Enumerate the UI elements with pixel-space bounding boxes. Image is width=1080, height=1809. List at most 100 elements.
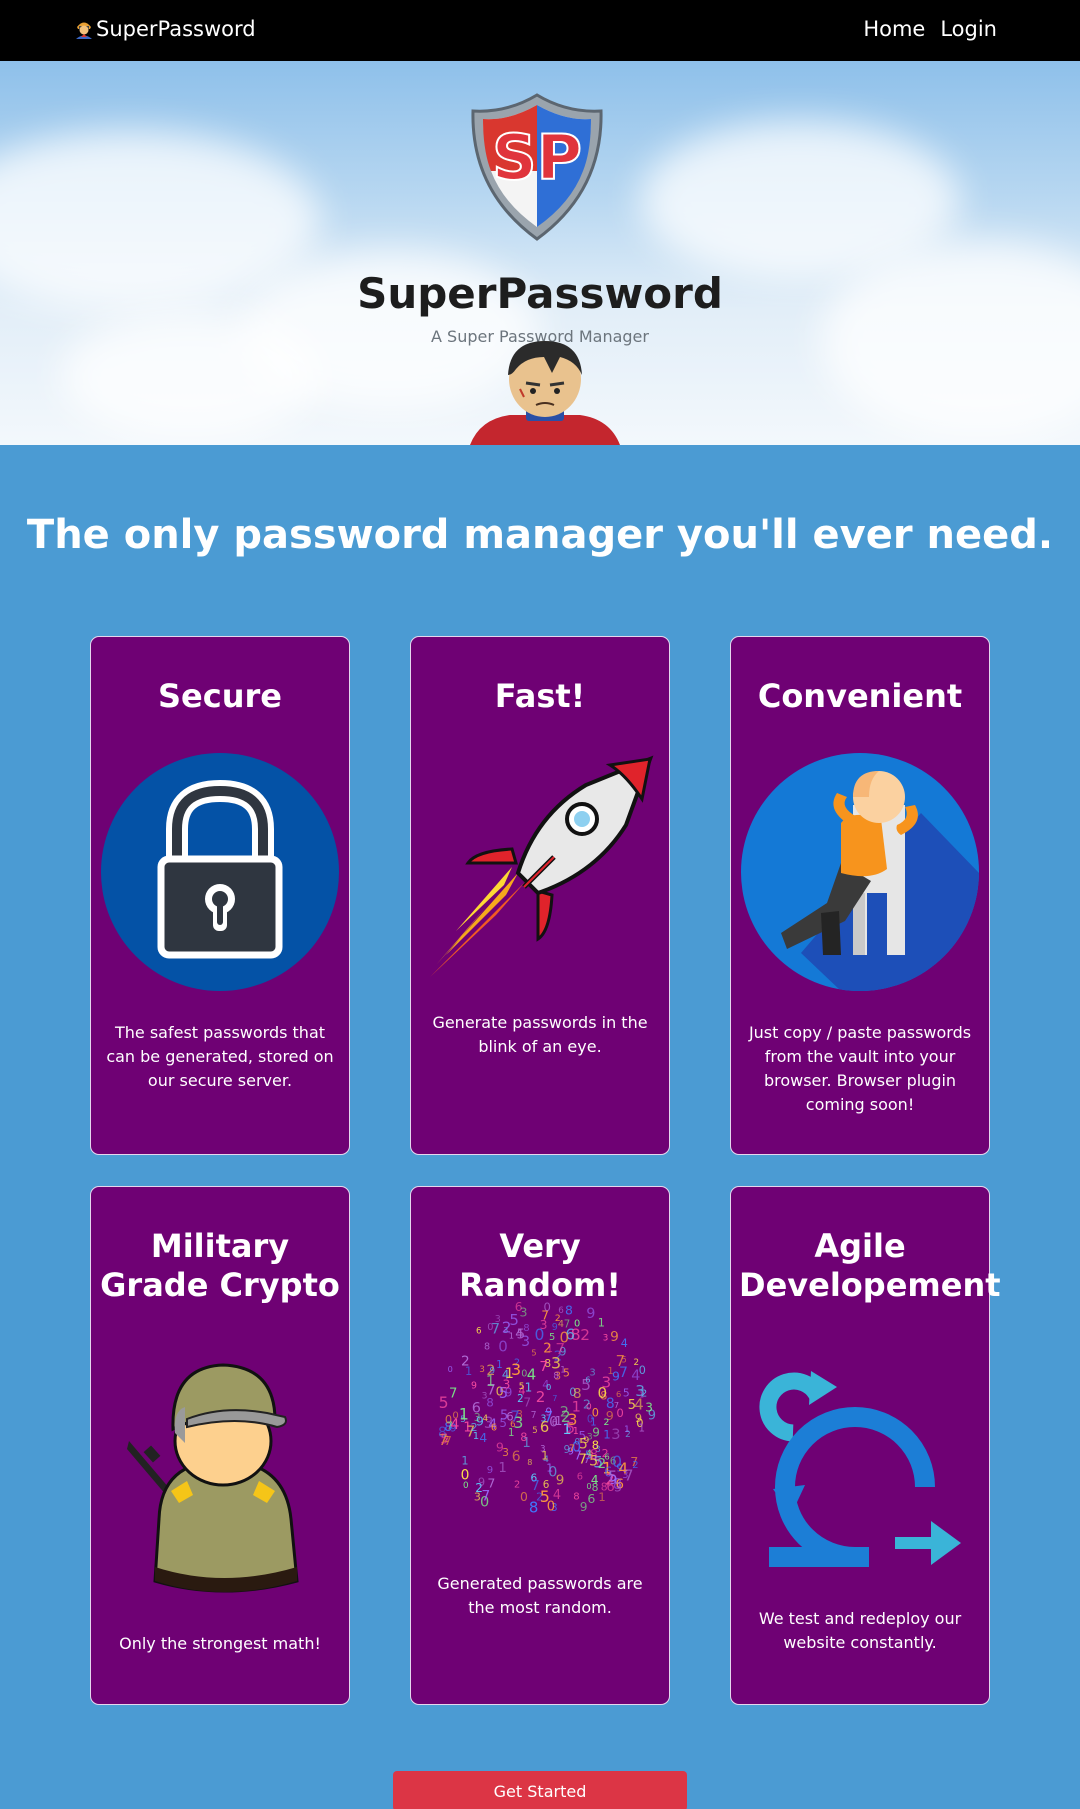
- random-digit: 9: [586, 1306, 595, 1322]
- random-digit: 9: [610, 1329, 619, 1345]
- random-digit: 1: [598, 1316, 605, 1329]
- card-text: We test and redeploy our website constan…: [758, 1609, 962, 1652]
- random-digit: 7: [614, 1400, 619, 1410]
- navbar: SuperPassword Home Login: [0, 0, 1080, 61]
- random-digit: 9: [487, 1465, 493, 1476]
- random-digit: 6: [512, 1449, 521, 1465]
- card-title: Military Grade Crypto: [100, 1227, 340, 1304]
- superhero-icon: [76, 22, 92, 39]
- random-digit: 7: [449, 1386, 457, 1401]
- rocket-icon: [430, 755, 654, 977]
- random-digit: 8: [484, 1341, 490, 1352]
- random-digit: 3: [511, 1360, 521, 1379]
- random-digit: 1: [508, 1428, 514, 1439]
- brand-text: SuperPassword: [96, 17, 256, 41]
- card-text: Just copy / paste passwords from the vau…: [748, 1023, 972, 1114]
- card-title: Secure: [158, 677, 282, 715]
- agile-cycle-icon: [759, 1371, 961, 1567]
- random-digit: 4: [515, 1327, 523, 1342]
- random-digit: 7: [491, 1321, 500, 1337]
- random-digit: 9: [564, 1444, 571, 1456]
- card-text: Generated passwords are the most random.: [437, 1574, 643, 1617]
- random-digit: 2: [461, 1354, 470, 1370]
- random-digit: 3: [520, 1304, 528, 1319]
- random-digit: 6: [476, 1326, 482, 1336]
- random-digit: 1: [603, 1427, 610, 1441]
- random-digit: 1: [639, 1391, 644, 1400]
- random-digit: 8: [565, 1303, 573, 1318]
- random-digit: 1: [498, 1461, 506, 1476]
- random-digit: 3: [614, 1481, 622, 1495]
- relaxing-person-icon: [741, 753, 979, 991]
- random-digit: 2: [536, 1388, 546, 1406]
- random-digit: 2: [604, 1417, 610, 1428]
- random-digit: 7: [531, 1410, 537, 1421]
- random-digit: 0: [498, 1338, 508, 1356]
- random-digit: 6: [552, 1418, 558, 1429]
- random-digit: 6: [558, 1306, 564, 1316]
- random-digit: 0: [586, 1481, 591, 1491]
- random-digit: 1: [638, 1423, 645, 1435]
- nav-links: Home Login: [863, 17, 997, 41]
- card-text: The safest passwords that can be generat…: [106, 1023, 334, 1090]
- random-digit: 0: [592, 1407, 599, 1420]
- random-digit: 0: [463, 1481, 469, 1491]
- random-digit: 3: [474, 1490, 481, 1503]
- lego-superman-figure: [470, 341, 620, 445]
- card-title: Very Random!: [459, 1227, 621, 1304]
- random-digit: 7: [523, 1395, 531, 1409]
- random-digit: 8: [520, 1431, 527, 1444]
- hero-title: SuperPassword: [357, 269, 723, 318]
- sp-shield-logo: SP: [471, 93, 603, 241]
- random-digit: 9: [580, 1500, 588, 1514]
- random-digit: 5: [519, 1382, 525, 1392]
- card-title: Fast!: [494, 677, 586, 715]
- random-digit: 6: [577, 1472, 583, 1483]
- random-digit: 3: [541, 1413, 547, 1424]
- random-digit: 0: [520, 1489, 528, 1504]
- feature-card-random: Very Random! 571952322681839976013049864…: [410, 1186, 670, 1705]
- random-digit: 7: [552, 1393, 557, 1403]
- random-digit: 0: [560, 1328, 570, 1346]
- random-digit: 0: [448, 1364, 453, 1374]
- random-digit: 3: [601, 1374, 611, 1392]
- random-digit: 8: [573, 1491, 579, 1502]
- random-digit: 8: [527, 1457, 532, 1467]
- random-digit: 7: [539, 1359, 548, 1375]
- random-digit: 9: [478, 1475, 485, 1489]
- random-digit: 1: [598, 1490, 605, 1504]
- feature-card-fast: Fast! Generate passwords in the blink of…: [410, 636, 670, 1155]
- random-digit: 7: [624, 1466, 634, 1484]
- get-started-button[interactable]: Get Started: [393, 1771, 687, 1809]
- random-digit: 7: [531, 1479, 540, 1494]
- random-digit: 4: [483, 1414, 488, 1424]
- random-digit: 5: [566, 1420, 575, 1437]
- random-digit: 3: [611, 1426, 620, 1443]
- feature-card-agile: Agile Developement We test and redeploy …: [730, 1186, 1001, 1705]
- random-numbers-sphere-icon: 5719523226818399760130498646783710635550…: [438, 1300, 656, 1517]
- nav-link-home[interactable]: Home: [863, 17, 925, 41]
- random-digit: 8: [486, 1396, 494, 1410]
- card-title: Convenient: [757, 677, 963, 715]
- random-digit: 3: [540, 1445, 545, 1455]
- card-text: Generate passwords in the blink of an ey…: [432, 1013, 648, 1056]
- headline: The only password manager you'll ever ne…: [26, 512, 1054, 558]
- random-digit: 2: [580, 1326, 590, 1344]
- random-digit: 4: [527, 1365, 536, 1383]
- random-digit: 3: [502, 1446, 509, 1459]
- random-digit: 4: [631, 1368, 640, 1384]
- random-digit: 1: [546, 1461, 553, 1474]
- random-digit: 3: [645, 1401, 653, 1415]
- random-digit: 1: [486, 1372, 495, 1390]
- random-digit: 6: [491, 1423, 497, 1434]
- random-digit: 4: [553, 1488, 561, 1503]
- hero-banner: SP SuperPassword A Super Password Manage…: [0, 61, 1080, 445]
- random-digit: 7: [510, 1407, 520, 1425]
- random-digit: 4: [479, 1431, 487, 1445]
- random-digit: 4: [621, 1337, 628, 1350]
- random-digit: 0: [544, 1300, 551, 1314]
- brand-link[interactable]: SuperPassword: [74, 17, 256, 41]
- nav-link-login[interactable]: Login: [940, 17, 997, 41]
- random-digit: 6: [543, 1479, 550, 1491]
- random-digit: 3: [603, 1334, 609, 1344]
